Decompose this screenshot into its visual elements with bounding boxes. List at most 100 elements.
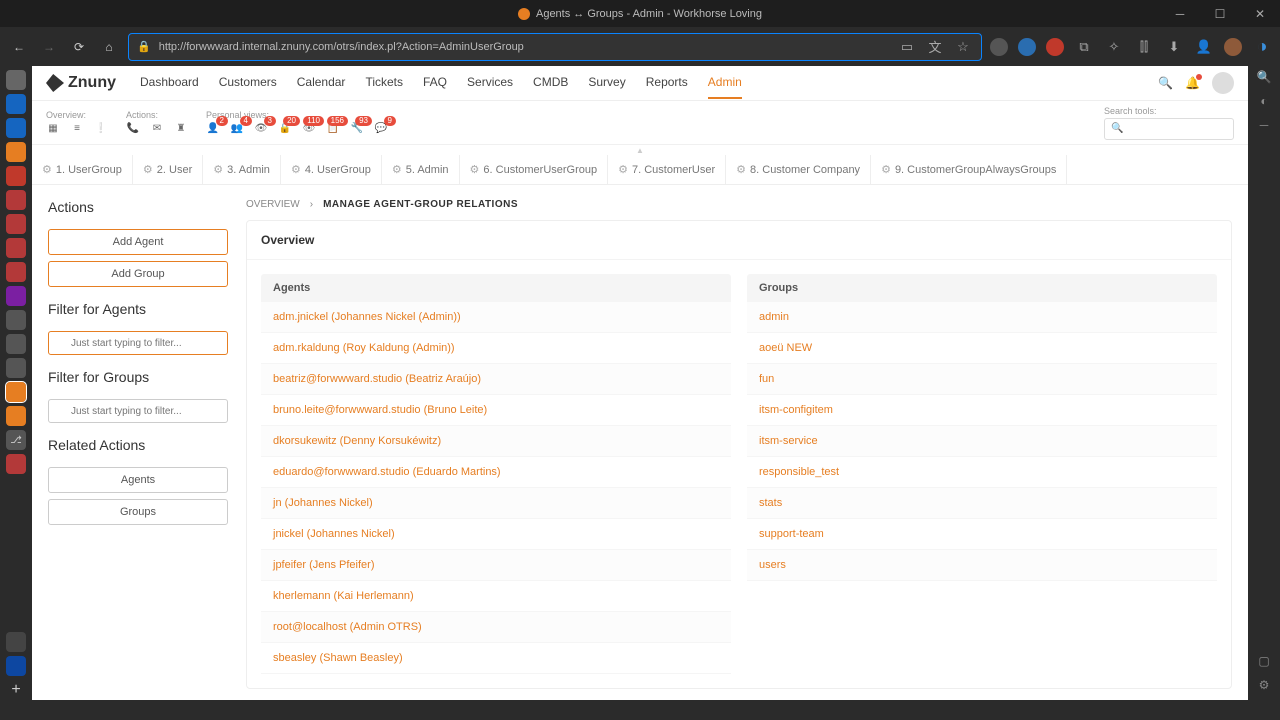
right-tool-icon-2[interactable]: ─ [1260, 118, 1269, 132]
agent-item[interactable]: jnickel (Johannes Nickel) [261, 519, 731, 550]
overview-alert-icon[interactable]: ❕ [94, 122, 108, 136]
favorite-item-2[interactable]: ⚙2. User [133, 155, 203, 184]
group-item[interactable]: admin [747, 302, 1217, 333]
nav-link-dashboard[interactable]: Dashboard [140, 67, 199, 99]
favorite-item-7[interactable]: ⚙7. CustomerUser [608, 155, 726, 184]
right-tool-icon-1[interactable]: ◐ [1260, 94, 1267, 108]
ext-icon-3[interactable] [1046, 38, 1064, 56]
act-item-8[interactable] [6, 238, 26, 258]
act-item-3[interactable] [6, 118, 26, 138]
account-icon[interactable]: 👤 [1194, 37, 1214, 57]
extensions-icon[interactable]: ✧ [1104, 37, 1124, 57]
group-item[interactable]: users [747, 550, 1217, 581]
act-item-15[interactable] [6, 454, 26, 474]
agent-item[interactable]: adm.jnickel (Johannes Nickel (Admin)) [261, 302, 731, 333]
group-item[interactable]: aoeü NEW [747, 333, 1217, 364]
search-nav-icon[interactable]: 🔍 [1158, 76, 1173, 90]
agent-item[interactable]: root@localhost (Admin OTRS) [261, 612, 731, 643]
favorite-item-8[interactable]: ⚙8. Customer Company [726, 155, 871, 184]
agent-item[interactable]: bruno.leite@forwwward.studio (Bruno Leit… [261, 395, 731, 426]
agent-item[interactable]: dkorsukewitz (Denny Korsukéwitz) [261, 426, 731, 457]
group-item[interactable]: itsm-configitem [747, 395, 1217, 426]
act-item-branch[interactable]: ⎇ [6, 430, 26, 450]
agent-item[interactable]: eduardo@forwwward.studio (Eduardo Martin… [261, 457, 731, 488]
group-item[interactable]: stats [747, 488, 1217, 519]
right-search-icon[interactable]: 🔍 [1257, 70, 1272, 84]
agent-item[interactable]: adm.rkaldung (Roy Kaldung (Admin)) [261, 333, 731, 364]
filter-groups-input[interactable] [48, 399, 228, 423]
reload-button[interactable]: ⟳ [68, 36, 90, 58]
personal-view-icon-4[interactable]: 🔒20 [278, 122, 292, 136]
group-item[interactable]: fun [747, 364, 1217, 395]
act-item-17[interactable] [6, 656, 26, 676]
act-item-active[interactable] [6, 382, 26, 402]
url-bar[interactable]: 🔒 http://forwwward.internal.znuny.com/ot… [128, 33, 982, 61]
personal-view-icon-1[interactable]: 👤2 [206, 122, 220, 136]
nav-link-calendar[interactable]: Calendar [297, 67, 346, 99]
group-item[interactable]: itsm-service [747, 426, 1217, 457]
act-item-13[interactable] [6, 358, 26, 378]
nav-link-admin[interactable]: Admin [708, 67, 742, 99]
phone-icon[interactable]: 📞 [126, 122, 140, 136]
act-item-6[interactable] [6, 190, 26, 210]
favorite-item-5[interactable]: ⚙5. Admin [382, 155, 460, 184]
personal-view-icon-7[interactable]: 🔧93 [350, 122, 364, 136]
agent-item[interactable]: jpfeifer (Jens Pfeifer) [261, 550, 731, 581]
tree-icon[interactable]: ♜ [174, 122, 188, 136]
overview-grid-icon[interactable]: ▦ [46, 122, 60, 136]
library-icon[interactable]: ⫿⫿ [1134, 37, 1154, 57]
filter-agents-input[interactable] [48, 331, 228, 355]
groups-button[interactable]: Groups [48, 499, 228, 525]
act-item-10[interactable] [6, 286, 26, 306]
search-tools-input[interactable]: 🔍 [1104, 118, 1234, 140]
bookmark-icon[interactable]: ☆ [953, 37, 973, 57]
nav-link-tickets[interactable]: Tickets [365, 67, 403, 99]
window-maximize-button[interactable]: ☐ [1200, 0, 1240, 27]
collapse-handle[interactable]: ▲ [32, 145, 1248, 155]
personal-view-icon-5[interactable]: 👁110 [302, 122, 316, 136]
overview-list-icon[interactable]: ≡ [70, 122, 84, 136]
agent-item[interactable]: kherlemann (Kai Herlemann) [261, 581, 731, 612]
home-button[interactable]: ⌂ [98, 36, 120, 58]
window-close-button[interactable]: ✕ [1240, 0, 1280, 27]
mail-icon[interactable]: ✉ [150, 122, 164, 136]
add-group-button[interactable]: Add Group [48, 261, 228, 287]
favorite-item-4[interactable]: ⚙4. UserGroup [281, 155, 382, 184]
agents-button[interactable]: Agents [48, 467, 228, 493]
act-item-7[interactable] [6, 214, 26, 234]
agent-item[interactable]: beatriz@forwwward.studio (Beatriz Araújo… [261, 364, 731, 395]
add-agent-button[interactable]: Add Agent [48, 229, 228, 255]
act-item-12[interactable] [6, 334, 26, 354]
forward-button[interactable]: → [38, 36, 60, 58]
right-panel-icon[interactable]: ▢ [1258, 654, 1269, 668]
nav-link-customers[interactable]: Customers [219, 67, 277, 99]
nav-link-cmdb[interactable]: CMDB [533, 67, 568, 99]
notifications-icon[interactable]: 🔔 [1185, 76, 1200, 90]
favorite-item-1[interactable]: ⚙1. UserGroup [32, 155, 133, 184]
nav-link-services[interactable]: Services [467, 67, 513, 99]
act-item-11[interactable] [6, 310, 26, 330]
brand[interactable]: Znuny [46, 74, 116, 92]
agent-item[interactable]: jn (Johannes Nickel) [261, 488, 731, 519]
add-panel-button[interactable]: + [6, 680, 26, 700]
back-button[interactable]: ← [8, 36, 30, 58]
act-item-14[interactable] [6, 406, 26, 426]
nav-link-reports[interactable]: Reports [646, 67, 688, 99]
group-item[interactable]: support-team [747, 519, 1217, 550]
user-avatar[interactable] [1212, 72, 1234, 94]
personal-view-icon-8[interactable]: 💬9 [374, 122, 388, 136]
act-item-4[interactable] [6, 142, 26, 162]
window-minimize-button[interactable]: ─ [1160, 0, 1200, 27]
favorite-item-6[interactable]: ⚙6. CustomerUserGroup [460, 155, 609, 184]
nav-link-survey[interactable]: Survey [588, 67, 625, 99]
sidebar-toggle-icon[interactable]: ◑ [1252, 37, 1272, 57]
act-item-5[interactable] [6, 166, 26, 186]
breadcrumb-root[interactable]: OVERVIEW [246, 199, 300, 210]
act-item-16[interactable] [6, 632, 26, 652]
act-item-2[interactable] [6, 94, 26, 114]
ext-icon-2[interactable] [1018, 38, 1036, 56]
translate-icon[interactable]: 文 [925, 37, 945, 57]
downloads-icon[interactable]: ⬇ [1164, 37, 1184, 57]
act-item-1[interactable] [6, 70, 26, 90]
favorite-item-3[interactable]: ⚙3. Admin [203, 155, 281, 184]
